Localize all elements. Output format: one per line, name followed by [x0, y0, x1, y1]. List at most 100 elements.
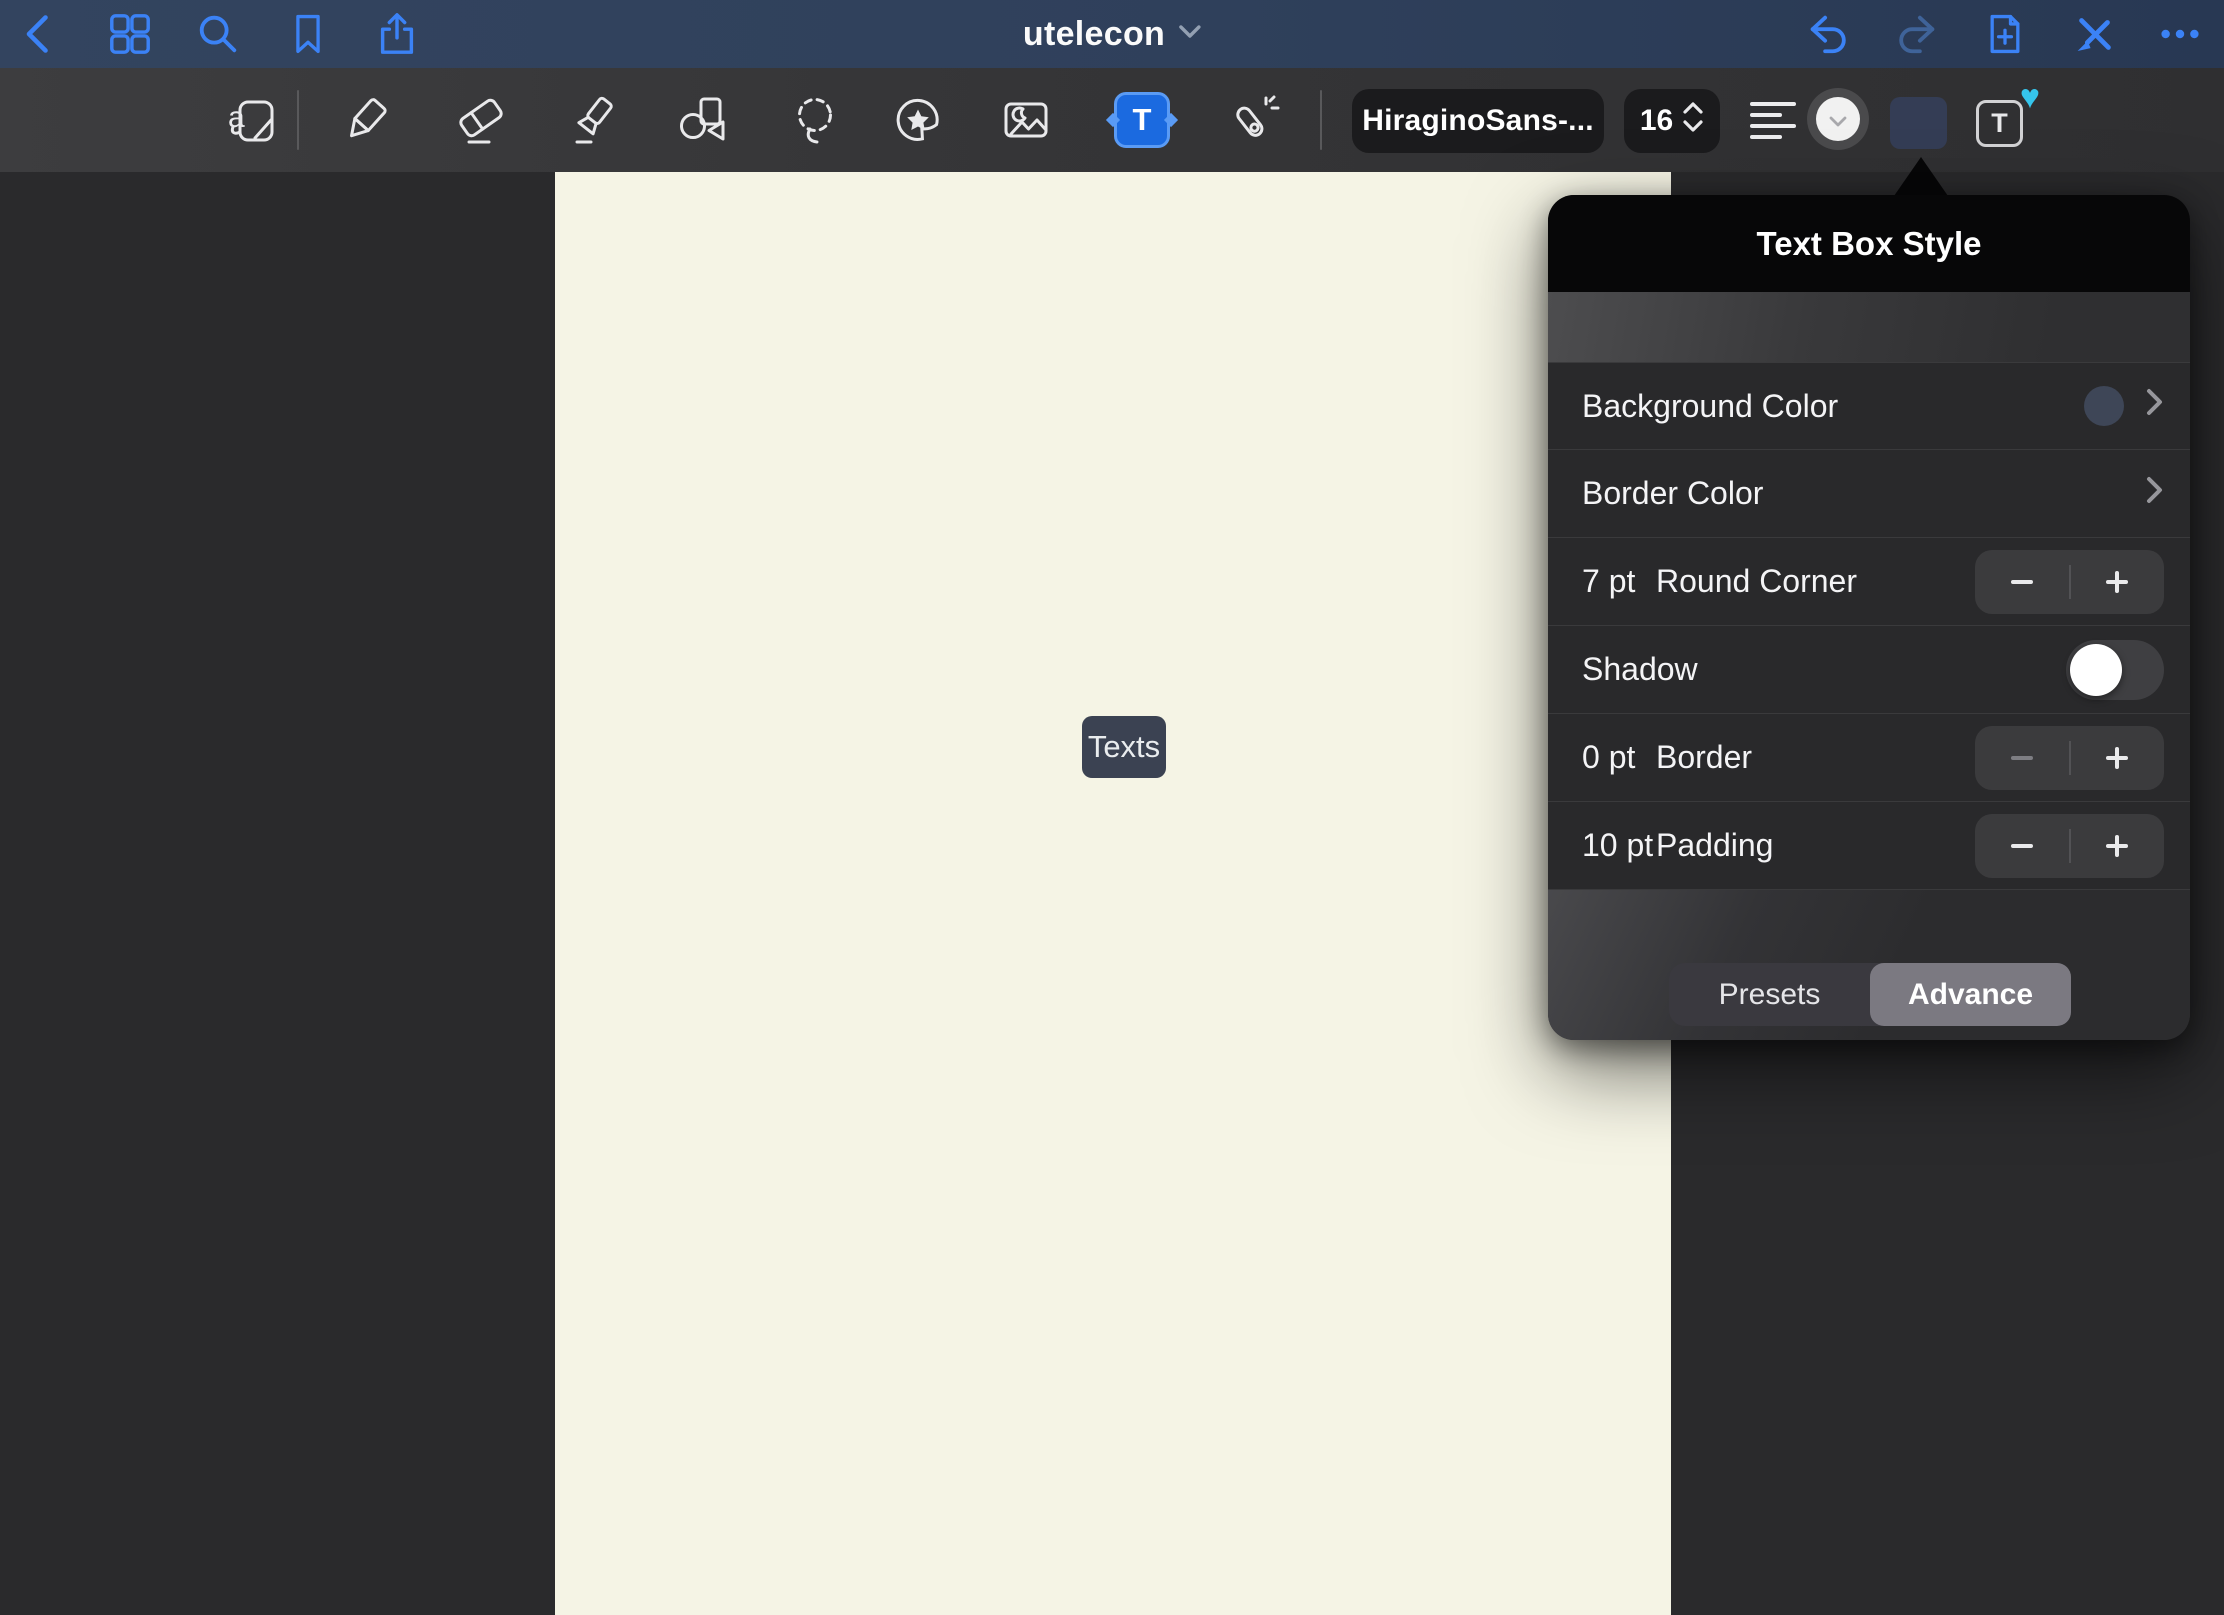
more-options-button[interactable]	[2156, 10, 2204, 58]
highlighter-icon	[566, 92, 622, 148]
round-corner-value: 7 pt	[1582, 563, 1656, 600]
toggle-knob	[2070, 644, 2122, 696]
lasso-icon	[787, 92, 843, 148]
padding-stepper	[1975, 814, 2164, 878]
photo-icon	[998, 92, 1054, 148]
shapes-icon	[674, 92, 730, 148]
notebook-a-glyph: a	[228, 101, 245, 135]
row-label: Round Corner	[1656, 563, 1857, 600]
bookmark-button[interactable]	[284, 10, 332, 58]
image-tool-button[interactable]	[998, 92, 1054, 148]
text-color-button[interactable]	[1807, 88, 1869, 150]
font-family-button[interactable]: HiraginoSans-...	[1352, 89, 1604, 153]
row-label: Border	[1656, 739, 1752, 776]
add-page-button[interactable]	[1981, 10, 2029, 58]
sticker-star-icon	[890, 92, 946, 148]
popover-rows: Background Color Border Color 7 pt Round…	[1548, 362, 2190, 890]
row-label: Shadow	[1582, 651, 1698, 688]
text-style-t-icon: T	[1976, 100, 2023, 147]
laser-pointer-tool-button[interactable]	[1225, 92, 1281, 148]
bookmark-icon	[286, 10, 330, 58]
eraser-icon	[453, 92, 509, 148]
canvas-text-box[interactable]: Texts	[1082, 716, 1166, 778]
search-button[interactable]	[194, 10, 242, 58]
ellipsis-icon	[2157, 11, 2203, 57]
text-tool-t-glyph: T	[1133, 102, 1152, 138]
popover-footer: Presets Advance	[1548, 890, 2190, 1040]
plus-button[interactable]	[2071, 814, 2165, 878]
undo-button[interactable]	[1804, 10, 1852, 58]
minus-button[interactable]	[1975, 814, 2069, 878]
border-value: 0 pt	[1582, 739, 1656, 776]
tools-toolbar: a T	[0, 68, 2224, 172]
back-chevron-icon	[18, 10, 62, 58]
share-icon	[374, 10, 420, 58]
stop-editing-button[interactable]	[2071, 10, 2119, 58]
plus-button[interactable]	[2071, 726, 2165, 790]
popover-arrow	[1894, 157, 1948, 196]
laser-pointer-icon	[1225, 92, 1281, 148]
thumbnails-button[interactable]	[106, 10, 154, 58]
popover-header: Text Box Style	[1548, 195, 2190, 292]
chevron-right-icon	[2144, 475, 2164, 513]
undo-icon	[1805, 11, 1851, 57]
text-style-t-glyph: T	[1991, 108, 2008, 139]
round-corner-stepper	[1975, 550, 2164, 614]
advance-button-selected[interactable]: Advance	[1870, 963, 2071, 1026]
chevron-right-icon	[2144, 387, 2164, 425]
popover-preview-band	[1548, 292, 2190, 362]
pen-icon	[339, 92, 395, 148]
row-shadow: Shadow	[1548, 626, 2190, 714]
text-box-style-button-pressed[interactable]	[1890, 97, 1947, 149]
padding-value: 10 pt	[1582, 827, 1656, 864]
border-stepper	[1975, 726, 2164, 790]
highlighter-tool-button[interactable]	[566, 92, 622, 148]
toolbar-divider	[297, 90, 299, 150]
document-title-button[interactable]: utelecon	[1023, 0, 1201, 68]
redo-button[interactable]	[1893, 10, 1941, 58]
note-page-canvas[interactable]: Texts	[555, 172, 1671, 1615]
row-background-color[interactable]: Background Color	[1548, 362, 2190, 450]
row-label: Padding	[1656, 827, 1773, 864]
add-page-icon	[1983, 10, 2027, 58]
popover-title: Text Box Style	[1757, 225, 1982, 263]
text-align-button[interactable]	[1745, 92, 1801, 148]
row-border-color[interactable]: Border Color	[1548, 450, 2190, 538]
grid-icon	[107, 11, 153, 57]
align-left-icon	[1748, 95, 1798, 145]
minus-button-disabled[interactable]	[1975, 726, 2069, 790]
chevron-down-icon	[1829, 114, 1847, 132]
row-label: Background Color	[1582, 388, 1838, 425]
notebook-edit-icon: a	[226, 92, 282, 148]
row-border-width: 0 pt Border	[1548, 714, 2190, 802]
redo-icon	[1894, 11, 1940, 57]
background-color-swatch	[2084, 386, 2124, 426]
scroll-edit-mode-button[interactable]: a	[226, 92, 282, 148]
eraser-tool-button[interactable]	[453, 92, 509, 148]
shadow-toggle-off[interactable]	[2066, 640, 2164, 700]
minus-button[interactable]	[1975, 550, 2069, 614]
document-title: utelecon	[1023, 15, 1165, 54]
text-tool-button-selected[interactable]: T	[1114, 92, 1170, 148]
pencil-cross-icon	[2072, 11, 2118, 57]
search-icon	[195, 11, 241, 57]
shapes-tool-button[interactable]	[674, 92, 730, 148]
share-button[interactable]	[373, 10, 421, 58]
row-label: Border Color	[1582, 475, 1763, 512]
heart-badge-icon: ♥	[2020, 80, 2040, 114]
text-style-favorites-button[interactable]: T ♥	[1972, 88, 2036, 152]
lasso-tool-button[interactable]	[787, 92, 843, 148]
text-box-style-popover: Text Box Style Background Color Border C…	[1548, 195, 2190, 1040]
presets-advance-segmented-control: Presets Advance	[1669, 963, 2071, 1026]
presets-button[interactable]: Presets	[1669, 963, 1870, 1026]
font-size-stepper[interactable]: 16	[1624, 89, 1720, 153]
notes-app-screen: utelecon a	[0, 0, 2224, 1615]
chevron-down-icon	[1179, 25, 1201, 44]
stepper-chevrons-icon	[1682, 100, 1704, 142]
stickers-tool-button[interactable]	[890, 92, 946, 148]
back-button[interactable]	[16, 10, 64, 58]
textbox-handle-icon	[1164, 113, 1178, 127]
plus-button[interactable]	[2071, 550, 2165, 614]
pen-tool-button[interactable]	[339, 92, 395, 148]
row-padding: 10 pt Padding	[1548, 802, 2190, 890]
